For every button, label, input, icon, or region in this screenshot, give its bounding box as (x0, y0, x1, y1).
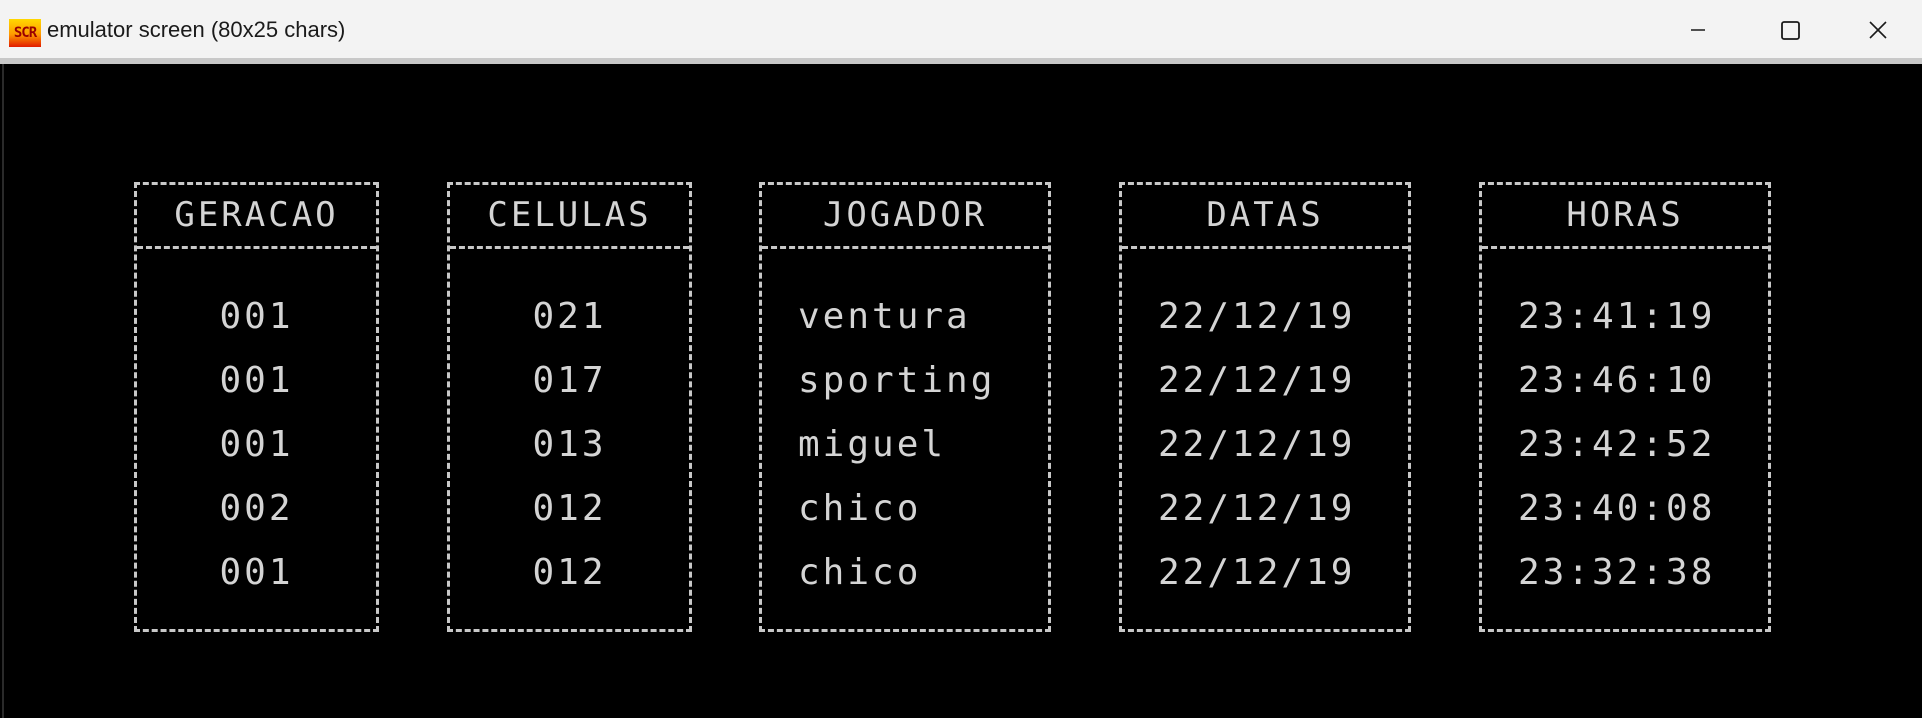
app-icon[interactable]: SCR (9, 19, 41, 47)
table-cell: 001 (219, 360, 294, 401)
table-cell: 23:40:08 (1518, 488, 1716, 529)
table-cell: 021 (532, 296, 607, 337)
window-title: emulator screen (80x25 chars) (47, 17, 346, 42)
minimize-button[interactable] (1653, 0, 1743, 58)
emulator-window: SCR emulator screen (80x25 chars) GERACA… (0, 0, 1922, 718)
column-header: CELULAS (450, 185, 689, 249)
column-header: GERACAO (137, 185, 376, 249)
table-cell: chico (798, 488, 922, 529)
column-geracao: GERACAO 001 001 001 002 001 (134, 182, 379, 632)
table-cell: 23:41:19 (1518, 296, 1716, 337)
column-jogador: JOGADOR ventura sporting miguel chico ch… (759, 182, 1051, 632)
table-cell: 23:32:38 (1518, 552, 1716, 593)
table-cell: sporting (798, 360, 996, 401)
table-cell: 001 (219, 552, 294, 593)
table-cell: miguel (798, 424, 947, 465)
terminal-screen[interactable]: GERACAO 001 001 001 002 001 CELULAS 021 … (2, 64, 1920, 718)
table-cell: 22/12/19 (1158, 424, 1356, 465)
table-cell: 001 (219, 296, 294, 337)
maximize-button[interactable] (1743, 0, 1833, 58)
table-cell: ventura (798, 296, 971, 337)
column-horas: HORAS 23:41:19 23:46:10 23:42:52 23:40:0… (1479, 182, 1771, 632)
maximize-icon (1781, 21, 1800, 40)
table-cell: chico (798, 552, 922, 593)
table-cell: 001 (219, 424, 294, 465)
column-header: DATAS (1122, 185, 1408, 249)
table-cell: 22/12/19 (1158, 360, 1356, 401)
table-cell: 22/12/19 (1158, 488, 1356, 529)
table-cell: 23:42:52 (1518, 424, 1716, 465)
table-cell: 017 (532, 360, 607, 401)
table-cell: 012 (532, 488, 607, 529)
column-header: HORAS (1482, 185, 1768, 249)
minimize-icon (1691, 29, 1705, 31)
column-celulas: CELULAS 021 017 013 012 012 (447, 182, 692, 632)
close-icon (1869, 21, 1887, 39)
table-cell: 013 (532, 424, 607, 465)
column-datas: DATAS 22/12/19 22/12/19 22/12/19 22/12/1… (1119, 182, 1411, 632)
title-bar[interactable]: SCR emulator screen (80x25 chars) (0, 0, 1922, 64)
table-cell: 002 (219, 488, 294, 529)
table-cell: 22/12/19 (1158, 552, 1356, 593)
table-cell: 22/12/19 (1158, 296, 1356, 337)
table-cell: 012 (532, 552, 607, 593)
close-button[interactable] (1833, 0, 1922, 58)
table-cell: 23:46:10 (1518, 360, 1716, 401)
column-header: JOGADOR (762, 185, 1048, 249)
